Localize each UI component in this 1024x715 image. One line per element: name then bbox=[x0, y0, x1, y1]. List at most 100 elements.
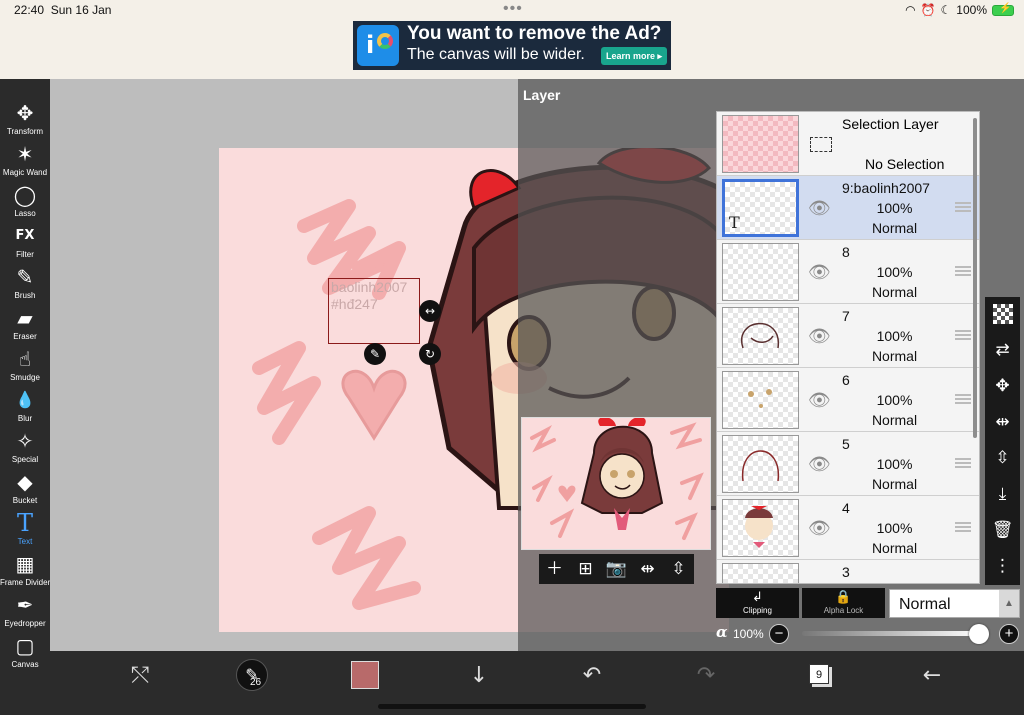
layer-name: 6 bbox=[842, 372, 850, 388]
tool-transform[interactable]: ✥ Transform bbox=[0, 101, 50, 142]
visibility-eye-icon[interactable]: 👁 bbox=[808, 198, 831, 219]
flip-canvas-horizontal-icon[interactable]: ⇹ bbox=[632, 554, 663, 584]
tool-magic-wand[interactable]: ✶ Magic Wand bbox=[0, 142, 50, 183]
tool-bucket[interactable]: ◆ Bucket bbox=[0, 470, 50, 511]
flip-horizontal-icon[interactable]: ⇹ bbox=[985, 407, 1020, 437]
tool-lasso[interactable]: ◯ Lasso bbox=[0, 183, 50, 224]
rotate-handle-icon[interactable]: ↻ bbox=[419, 343, 441, 365]
layer-convert-icon[interactable]: ⇄ bbox=[985, 335, 1020, 365]
new-transparent-layer-icon[interactable] bbox=[985, 299, 1020, 329]
tool-canvas[interactable]: ▢ Canvas bbox=[0, 634, 50, 675]
layer-row-5[interactable]: 👁 5 100% Normal bbox=[717, 432, 979, 496]
blend-mode-select[interactable]: Normal ▲ bbox=[889, 589, 1020, 618]
transform-icon: ✥ bbox=[16, 101, 34, 125]
alpha-symbol: α bbox=[716, 623, 728, 641]
tool-eraser[interactable]: ▰ Eraser bbox=[0, 306, 50, 347]
resize-handle-icon[interactable]: ↔ bbox=[419, 300, 441, 322]
drag-handle-icon[interactable] bbox=[955, 522, 971, 532]
layer-row-9[interactable]: T 👁 9:baolinh2007 100% Normal bbox=[717, 176, 979, 240]
filter-fx-icon: FX bbox=[15, 228, 35, 243]
edit-text-pencil-icon[interactable]: ✎ bbox=[364, 343, 386, 365]
opacity-slider-knob[interactable] bbox=[969, 624, 989, 644]
status-time-date: 22:40 Sun 16 Jan bbox=[14, 3, 111, 17]
flip-canvas-vertical-icon[interactable]: ⇳ bbox=[663, 554, 694, 584]
visibility-eye-icon[interactable]: 👁 bbox=[808, 390, 831, 411]
tool-frame-divider[interactable]: ▦ Frame Divider bbox=[0, 552, 50, 593]
dropdown-arrow-icon[interactable]: ▲ bbox=[999, 590, 1019, 617]
drag-handle-icon[interactable] bbox=[955, 266, 971, 276]
more-options-icon[interactable]: ⋮ bbox=[985, 551, 1020, 581]
layer-opacity: 100% bbox=[876, 456, 913, 472]
layer-thumbnail bbox=[722, 435, 799, 493]
layer-row-selection[interactable]: Selection Layer No Selection bbox=[717, 112, 979, 176]
undo-icon[interactable]: ↶ bbox=[578, 661, 606, 691]
wifi-icon: ◠ bbox=[905, 3, 916, 17]
layers-button[interactable]: 9 bbox=[809, 664, 829, 684]
layer-opacity-control: α 100% − + bbox=[716, 623, 1020, 645]
drag-handle-icon[interactable] bbox=[955, 202, 971, 212]
multitask-dots-icon[interactable]: ••• bbox=[503, 0, 523, 18]
layer-row-8[interactable]: 👁 8 100% Normal bbox=[717, 240, 979, 304]
text-icon: T bbox=[16, 509, 33, 537]
layer-row-4[interactable]: 👁 4 100% Normal bbox=[717, 496, 979, 560]
layer-row-6[interactable]: 👁 6 100% Normal bbox=[717, 368, 979, 432]
home-indicator[interactable] bbox=[378, 704, 646, 709]
tool-text[interactable]: T Text bbox=[0, 511, 50, 552]
eyes-thumbnail-icon bbox=[748, 389, 772, 408]
drag-handle-icon[interactable] bbox=[955, 394, 971, 404]
preview-toolbar: ＋ ⊞ 📷 ⇹ ⇳ bbox=[539, 554, 694, 584]
alpha-lock-button[interactable]: 🔒 Alpha Lock bbox=[802, 588, 885, 618]
status-date: Sun 16 Jan bbox=[50, 3, 112, 17]
color-swatch[interactable] bbox=[351, 661, 379, 689]
brush-tool-toggle-icon[interactable]: ⤲ bbox=[126, 661, 154, 691]
drag-handle-icon[interactable] bbox=[955, 458, 971, 468]
redo-icon[interactable]: ↷ bbox=[692, 661, 720, 691]
layer-opacity: 100% bbox=[876, 392, 913, 408]
text-selection-box[interactable]: baolinh2007 #hđ247 bbox=[328, 278, 420, 344]
ad-title: You want to remove the Ad? bbox=[407, 23, 662, 44]
download-arrow-icon[interactable]: ↓ bbox=[465, 661, 493, 691]
merge-down-icon[interactable]: ⤓ bbox=[985, 479, 1020, 509]
move-layer-icon[interactable]: ✥ bbox=[985, 371, 1020, 401]
tool-filter[interactable]: FX Filter bbox=[0, 224, 50, 265]
layer-blend-mode: Normal bbox=[871, 540, 918, 556]
flip-vertical-icon[interactable]: ⇳ bbox=[985, 443, 1020, 473]
camera-icon[interactable]: 📷 bbox=[601, 554, 632, 584]
layer-row-3[interactable]: 3 bbox=[717, 560, 979, 583]
layer-name: 9:baolinh2007 bbox=[842, 180, 930, 196]
canvas-text-line2[interactable]: #hđ247 bbox=[329, 296, 419, 313]
tool-smudge[interactable]: ☝ Smudge bbox=[0, 347, 50, 388]
visibility-eye-icon[interactable]: 👁 bbox=[808, 326, 831, 347]
clipping-button[interactable]: ↲ Clipping bbox=[716, 588, 799, 618]
layer-row-7[interactable]: 👁 7 100% Normal bbox=[717, 304, 979, 368]
delete-layer-icon[interactable]: 🗑 bbox=[985, 515, 1020, 545]
tool-brush[interactable]: ✎ Brush bbox=[0, 265, 50, 306]
layer-thumbnail bbox=[722, 371, 799, 429]
tool-sidebar: ✥ Transform ✶ Magic Wand ◯ Lasso FX Filter ✎… bbox=[0, 79, 50, 715]
tool-blur[interactable]: 💧 Blur bbox=[0, 388, 50, 429]
layer-blend-mode: Normal bbox=[871, 284, 918, 300]
ad-learn-more-button[interactable]: Learn more ▸ bbox=[601, 47, 667, 65]
battery-percent: 100% bbox=[956, 3, 987, 17]
add-layer-icon[interactable]: ＋ bbox=[539, 554, 570, 584]
drag-handle-icon[interactable] bbox=[955, 330, 971, 340]
tool-eyedropper[interactable]: ✒ Eyedropper bbox=[0, 593, 50, 634]
canvas-text-line1[interactable]: baolinh2007 bbox=[329, 279, 419, 296]
layer-list[interactable]: Selection Layer No Selection T 👁 9:baoli… bbox=[716, 111, 980, 584]
ad-banner[interactable]: i You want to remove the Ad? The canvas … bbox=[353, 21, 671, 70]
layer-list-scrollbar[interactable] bbox=[973, 118, 977, 438]
status-bar: 22:40 Sun 16 Jan ••• ◠ ⏰ ☾ 100% i You wa… bbox=[0, 0, 1024, 79]
battery-icon bbox=[992, 3, 1014, 16]
visibility-eye-icon[interactable]: 👁 bbox=[808, 262, 831, 283]
add-special-layer-icon[interactable]: ⊞ bbox=[570, 554, 601, 584]
special-sparkle-icon: ✧ bbox=[16, 429, 34, 453]
status-time: 22:40 bbox=[14, 3, 45, 17]
back-arrow-icon[interactable]: ← bbox=[918, 661, 946, 691]
layer-blend-mode: Normal bbox=[871, 348, 918, 364]
tool-special[interactable]: ✧ Special bbox=[0, 429, 50, 470]
visibility-eye-icon[interactable]: 👁 bbox=[808, 518, 831, 539]
opacity-slider[interactable] bbox=[802, 631, 980, 636]
opacity-decrease-button[interactable]: − bbox=[769, 624, 789, 644]
opacity-increase-button[interactable]: + bbox=[999, 624, 1019, 644]
visibility-eye-icon[interactable]: 👁 bbox=[808, 454, 831, 475]
